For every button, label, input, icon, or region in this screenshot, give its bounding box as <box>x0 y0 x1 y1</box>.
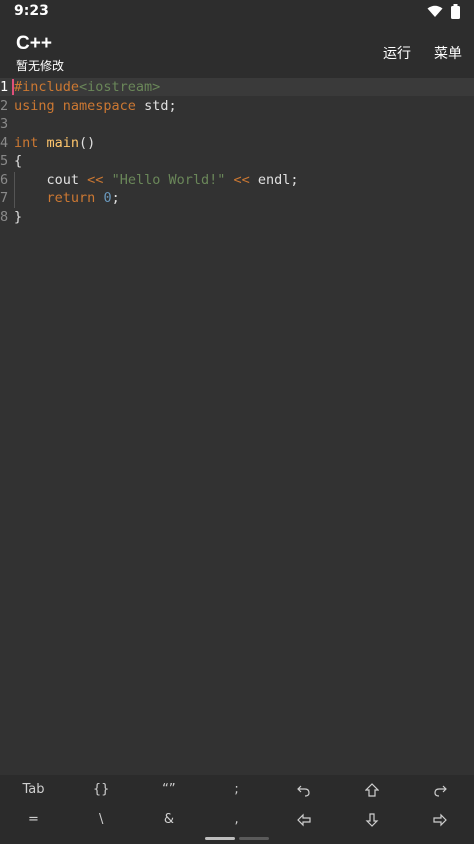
battery-icon <box>451 4 460 19</box>
key-label: {} <box>92 782 110 797</box>
key-label: & <box>163 812 174 827</box>
code-line[interactable]: 1 #include<iostream> <box>0 78 474 96</box>
down-key[interactable] <box>339 805 406 835</box>
code-token: } <box>14 208 23 225</box>
code-token: { <box>14 153 23 169</box>
line-number: 7 <box>0 190 9 206</box>
code-text: { <box>14 152 22 170</box>
line-number: 6 <box>0 171 9 188</box>
text-cursor <box>12 79 14 95</box>
symbol-keybar: Tab {} “”; = \ &, <box>0 775 474 844</box>
code-text: #include<iostream> <box>14 78 160 96</box>
modification-status: 暂无修改 <box>16 59 65 73</box>
code-token: std; <box>135 97 177 114</box>
code-text: using namespace std; <box>14 97 177 115</box>
code-token: << <box>87 171 104 188</box>
code-token: 0 <box>103 190 112 206</box>
key-label: “” <box>162 782 176 797</box>
line-number: 4 <box>0 134 9 151</box>
key-label: Tab <box>22 782 45 797</box>
code-token: << <box>233 171 250 188</box>
code-token: () <box>79 134 96 151</box>
wifi-icon <box>427 5 443 17</box>
code-token: return <box>46 190 96 206</box>
quotes-key[interactable]: “” <box>135 775 202 805</box>
status-icons <box>427 4 460 19</box>
shift-key[interactable] <box>339 775 406 805</box>
key-label: \ <box>98 812 104 827</box>
code-token: ; <box>111 190 120 206</box>
arrow-down-icon <box>365 812 379 827</box>
key-label: ; <box>234 782 239 797</box>
code-token: namespace <box>62 97 136 114</box>
shift-icon <box>364 782 380 797</box>
line-number: 5 <box>0 153 9 169</box>
code-line[interactable]: 2 using namespace std; <box>0 97 474 115</box>
line-number: 2 <box>0 97 9 114</box>
code-line[interactable]: 3 <box>0 115 474 133</box>
redo-key[interactable] <box>406 775 473 805</box>
code-token: cout <box>14 171 88 188</box>
status-time: 9:23 <box>14 3 49 19</box>
app-title: C++ <box>16 33 52 54</box>
code-editor[interactable]: 1 #include<iostream> 2 using namespace std;… <box>0 78 474 775</box>
menu-button[interactable]: 菜单 <box>434 43 462 63</box>
code-token: main <box>46 134 80 151</box>
page-indicator-inactive <box>239 837 269 840</box>
equals-key[interactable]: = <box>0 805 67 835</box>
code-line[interactable]: 8} <box>0 208 474 226</box>
code-text: return 0; <box>14 189 120 207</box>
ampersand-key[interactable]: & <box>135 805 202 835</box>
semicolon-key[interactable]: ; <box>203 775 270 805</box>
code-text: int main() <box>14 134 95 152</box>
braces-key[interactable]: {} <box>68 775 135 805</box>
code-text: } <box>14 208 22 226</box>
code-text: cout << "Hello World!" << endl; <box>14 171 299 189</box>
code-token: using <box>14 97 55 114</box>
code-line[interactable]: 4 int main() <box>0 134 474 152</box>
tab-key[interactable]: Tab <box>0 775 67 805</box>
key-label: , <box>234 812 239 827</box>
key-label: = <box>28 812 39 827</box>
code-token: "Hello World!" <box>111 171 226 188</box>
status-bar: 9:23 <box>0 0 474 24</box>
undo-icon <box>297 785 310 797</box>
code-token: endl; <box>249 171 299 188</box>
code-token: int <box>14 134 39 151</box>
code-line[interactable]: 7 return 0; <box>0 189 474 207</box>
code-token: <iostream> <box>79 79 161 95</box>
comma-key[interactable]: , <box>203 805 270 835</box>
run-button[interactable]: 运行 <box>383 43 411 63</box>
code-token: #include <box>14 79 80 95</box>
undo-key[interactable] <box>271 775 338 805</box>
page-indicator-active <box>205 837 235 840</box>
code-line[interactable]: 5{ <box>0 152 474 170</box>
arrow-left-icon <box>297 813 311 826</box>
app-bar: C++ 暂无修改 运行 菜单 <box>0 24 474 78</box>
backslash-key[interactable]: \ <box>68 805 135 835</box>
left-key[interactable] <box>271 805 338 835</box>
line-number: 8 <box>0 208 9 225</box>
code-line[interactable]: 6 cout << "Hello World!" << endl; <box>0 171 474 189</box>
line-number: 1 <box>0 79 9 95</box>
redo-icon <box>434 785 447 797</box>
line-number: 3 <box>0 116 9 132</box>
right-key[interactable] <box>406 805 473 835</box>
arrow-right-icon <box>433 813 447 826</box>
